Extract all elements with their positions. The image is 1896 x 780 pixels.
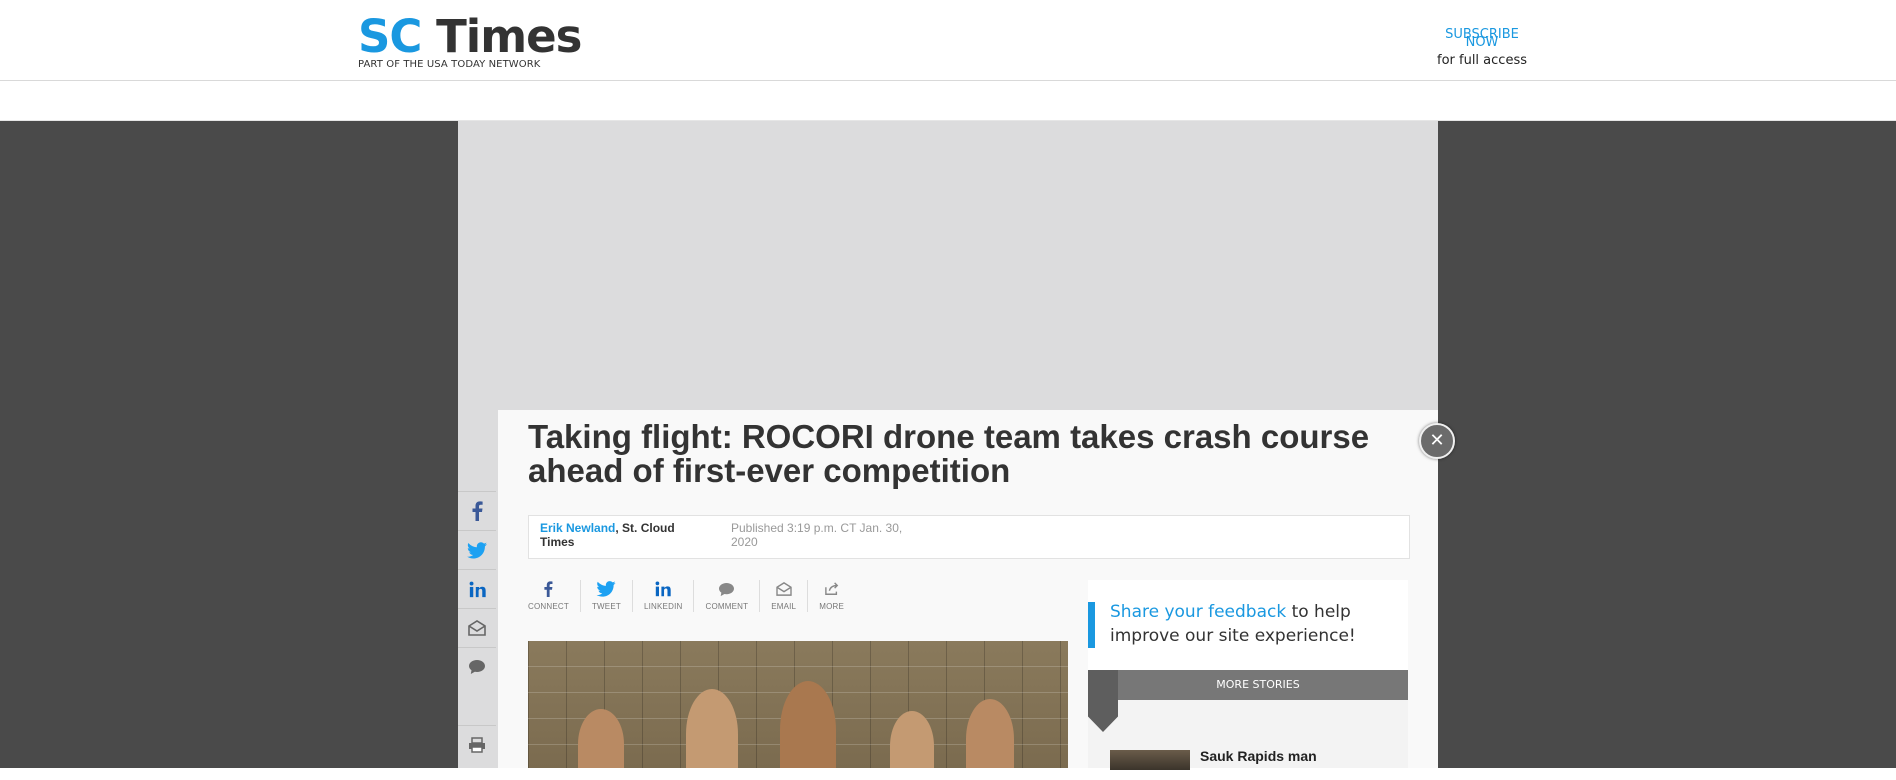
share-icon [824, 582, 838, 595]
photo-person [780, 681, 836, 768]
facebook-icon [544, 581, 553, 597]
side-share-rail [458, 491, 496, 768]
subscribe-note: for full access [1437, 53, 1527, 68]
share-feedback-link[interactable]: Share your feedback [1110, 602, 1286, 622]
close-modal-button[interactable]: ✕ [1419, 423, 1455, 459]
more-stories-panel: MORE STORIES Sauk Rapids man [1088, 670, 1408, 770]
published-timestamp: Published 3:19 p.m. CT Jan. 30, 2020 [731, 521, 903, 549]
photo-person [686, 689, 738, 768]
email-icon [776, 582, 792, 596]
nav-strip [0, 81, 1896, 121]
comment-icon [469, 660, 485, 674]
author-name-link[interactable]: Erik Newland [540, 521, 615, 535]
share-linkedin-button[interactable]: LINKEDIN [631, 580, 694, 612]
rail-comment-button[interactable] [458, 647, 496, 686]
close-icon: ✕ [1429, 430, 1445, 451]
logo-sc: SC [358, 10, 422, 63]
site-header: SC Times PART OF THE USA TODAY NETWORK S… [0, 0, 1896, 81]
logo-times: Times [436, 10, 582, 63]
share-label: TWEET [591, 602, 621, 611]
author-byline: Erik Newland, St. Cloud Times [540, 521, 700, 549]
story-item[interactable]: Sauk Rapids man [1110, 748, 1400, 780]
share-label: CONNECT [528, 602, 569, 611]
feedback-accent-bar [1088, 602, 1095, 648]
feedback-text: Share your feedback to help improve our … [1110, 600, 1400, 648]
twitter-icon [596, 581, 617, 597]
rail-facebook-button[interactable] [458, 491, 496, 530]
story-thumbnail [1110, 750, 1190, 770]
subscribe-block: SUBSCRIBE NOW for full access [1424, 28, 1540, 68]
story-title: Sauk Rapids man [1200, 748, 1317, 764]
facebook-icon [472, 501, 483, 521]
article-headline: Taking flight: ROCORI drone team takes c… [528, 418, 1370, 489]
bookmark-ribbon-icon [1088, 670, 1118, 732]
subscribe-line-2: NOW [1465, 35, 1499, 50]
rail-twitter-button[interactable] [458, 530, 496, 569]
feedback-promo: Share your feedback to help improve our … [1088, 580, 1408, 670]
article-photo[interactable] [528, 641, 1068, 768]
share-email-button[interactable]: EMAIL [759, 580, 807, 612]
rail-email-button[interactable] [458, 608, 496, 647]
share-more-button[interactable]: MORE [807, 580, 855, 612]
more-stories-heading: MORE STORIES [1088, 670, 1408, 700]
share-twitter-button[interactable]: TWEET [579, 580, 632, 612]
rail-linkedin-button[interactable] [458, 569, 496, 608]
share-label: EMAIL [771, 602, 797, 611]
comment-icon [719, 582, 735, 596]
rail-print-button[interactable] [458, 725, 496, 764]
byline-box: Erik Newland, St. Cloud Times Published … [528, 515, 1410, 559]
share-comment-button[interactable]: COMMENT [693, 580, 759, 612]
email-icon [468, 620, 486, 636]
twitter-icon [467, 541, 487, 558]
linkedin-icon [469, 581, 486, 597]
subscribe-now-link[interactable]: SUBSCRIBE NOW [1424, 28, 1540, 50]
print-icon [469, 737, 485, 753]
share-label: COMMENT [705, 602, 749, 611]
share-facebook-button[interactable]: CONNECT [528, 580, 580, 612]
network-tagline: PART OF THE USA TODAY NETWORK [358, 59, 541, 70]
article-card: Taking flight: ROCORI drone team takes c… [498, 410, 1438, 770]
share-label: LINKEDIN [643, 602, 683, 611]
site-logo[interactable]: SC Times [358, 14, 582, 60]
linkedin-icon [655, 581, 671, 597]
share-label: MORE [819, 602, 845, 611]
share-toolbar: CONNECT TWEET LINKEDIN COMMENT EMAIL MOR… [528, 580, 855, 620]
